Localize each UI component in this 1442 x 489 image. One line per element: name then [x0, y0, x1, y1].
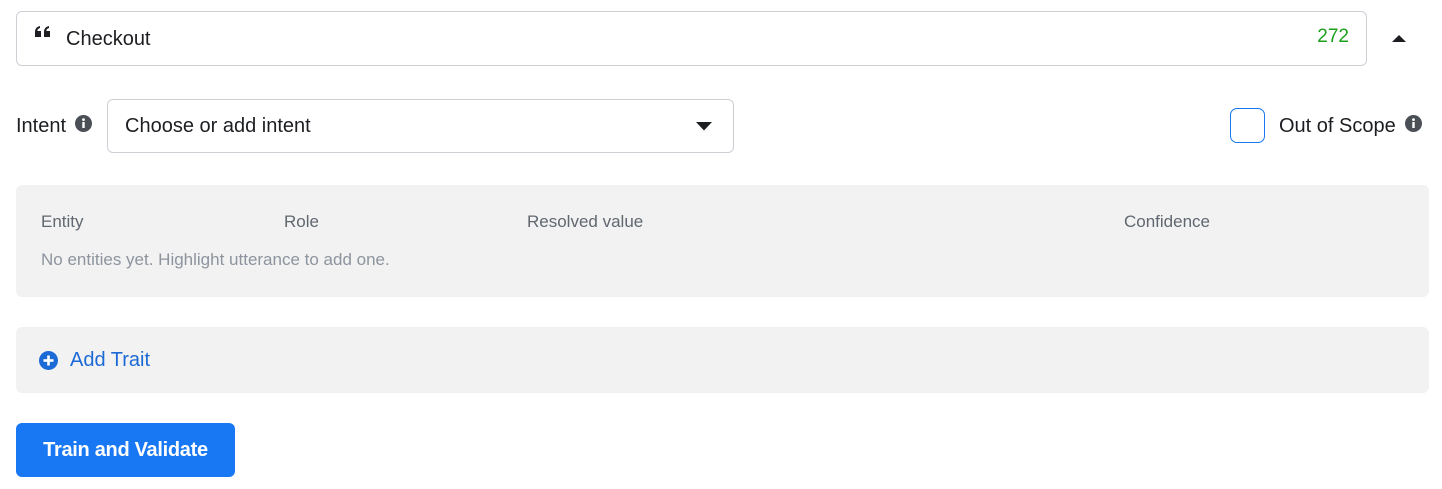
- entity-table: Entity Role Resolved value Confidence No…: [16, 185, 1429, 297]
- info-icon[interactable]: [1405, 115, 1422, 132]
- out-of-scope-checkbox[interactable]: [1230, 108, 1265, 143]
- utterance-count: 272: [1317, 25, 1349, 49]
- intent-select-placeholder: Choose or add intent: [125, 114, 311, 138]
- trait-panel: Add Trait: [16, 327, 1429, 393]
- plus-circle-icon: [39, 351, 58, 370]
- utterance-text[interactable]: Checkout: [66, 27, 151, 51]
- intent-label: Intent: [16, 114, 66, 138]
- column-header-role: Role: [284, 212, 319, 232]
- intent-select[interactable]: Choose or add intent: [107, 99, 734, 153]
- utterance-editor: Checkout 272 Intent Choose or add intent…: [0, 0, 1442, 489]
- train-and-validate-button[interactable]: Train and Validate: [16, 423, 235, 477]
- empty-entities-message: No entities yet. Highlight utterance to …: [41, 250, 390, 270]
- info-icon[interactable]: [75, 115, 92, 132]
- quote-icon: [34, 25, 52, 39]
- add-trait-button[interactable]: Add Trait: [39, 348, 150, 372]
- column-header-confidence: Confidence: [1124, 212, 1210, 232]
- caret-up-icon[interactable]: [1385, 26, 1413, 50]
- column-header-entity: Entity: [41, 212, 84, 232]
- add-trait-label: Add Trait: [70, 348, 150, 372]
- column-header-resolved-value: Resolved value: [527, 212, 643, 232]
- out-of-scope-label: Out of Scope: [1279, 114, 1396, 138]
- utterance-field[interactable]: Checkout 272: [16, 11, 1367, 66]
- caret-down-icon: [696, 121, 712, 131]
